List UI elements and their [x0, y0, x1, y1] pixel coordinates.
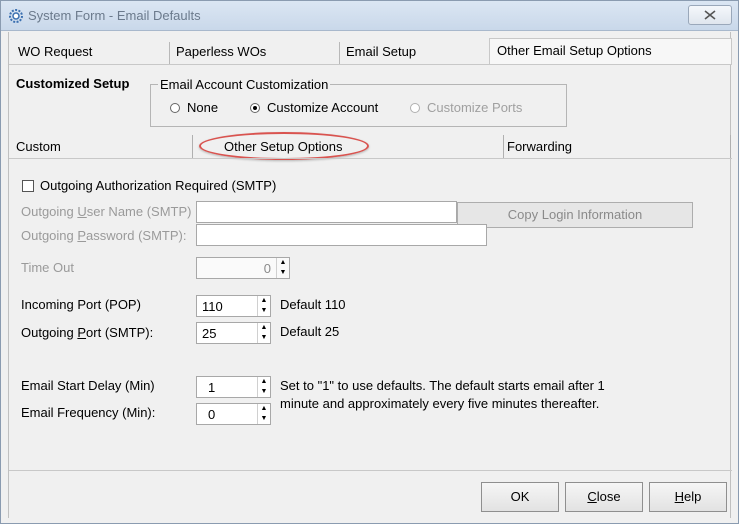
radio-none[interactable]: None — [170, 100, 218, 116]
help-button[interactable]: Help — [649, 482, 727, 512]
close-icon — [704, 10, 716, 20]
tab-panel-border — [9, 158, 732, 159]
annotation-highlight-oval — [199, 132, 369, 160]
title-bar[interactable]: System Form - Email Defaults — [1, 1, 738, 31]
tab-panel-border — [9, 64, 732, 65]
arrow-down-icon[interactable]: ▼ — [258, 333, 270, 343]
arrow-up-icon[interactable]: ▲ — [277, 258, 289, 268]
radio-indicator — [410, 103, 420, 113]
outgoing-port-spinner[interactable]: 25 ▲ ▼ — [196, 322, 271, 344]
email-frequency-spinner[interactable]: 0 ▲ ▼ — [196, 403, 271, 425]
tab-forwarding[interactable]: Forwarding — [507, 135, 572, 159]
customized-setup-heading: Customized Setup — [16, 76, 130, 91]
spinner-arrows[interactable]: ▲ ▼ — [257, 296, 270, 316]
tab-wo-request[interactable]: WO Request — [11, 40, 92, 64]
spinner-value: 1 — [208, 380, 216, 395]
window-close-button[interactable] — [688, 5, 732, 25]
window-title: System Form - Email Defaults — [28, 8, 201, 23]
arrow-down-icon[interactable]: ▼ — [258, 387, 270, 397]
form-client-area: WO Request Paperless WOs Email Setup Oth… — [8, 32, 732, 518]
email-account-customization-group: Email Account Customization None Customi… — [150, 77, 567, 127]
tab-paperless-wos[interactable]: Paperless WOs — [169, 40, 266, 64]
primary-tab-strip: WO Request Paperless WOs Email Setup Oth… — [9, 38, 732, 64]
outgoing-password-label: Outgoing Password (SMTP): — [21, 228, 187, 243]
checkbox-box — [22, 180, 34, 192]
outgoing-password-input[interactable] — [196, 224, 487, 246]
tab-separator — [503, 135, 504, 159]
arrow-up-icon[interactable]: ▲ — [258, 323, 270, 333]
radio-customize-ports: Customize Ports — [410, 100, 522, 116]
outgoing-port-default: Default 25 — [280, 324, 340, 339]
copy-login-information-button[interactable]: Copy Login Information — [457, 202, 693, 228]
radio-customize-account[interactable]: Customize Account — [250, 100, 378, 116]
spinner-arrows[interactable]: ▲ ▼ — [257, 323, 270, 343]
outgoing-user-name-label: Outgoing User Name (SMTP) — [21, 204, 192, 219]
spinner-arrows[interactable]: ▲ ▼ — [257, 377, 270, 397]
incoming-port-default: Default 110 — [280, 297, 346, 312]
arrow-down-icon[interactable]: ▼ — [258, 414, 270, 424]
spinner-value: 25 — [202, 326, 217, 341]
tab-separator — [192, 135, 193, 159]
email-defaults-window: System Form - Email Defaults WO Request … — [0, 0, 739, 524]
spinner-value: 0 — [208, 407, 216, 422]
tab-other-email-setup-options[interactable]: Other Email Setup Options — [489, 38, 732, 64]
secondary-tab-strip: Custom Other Setup Options Forwarding — [9, 135, 732, 159]
arrow-down-icon[interactable]: ▼ — [258, 306, 270, 316]
spinner-arrows[interactable]: ▲ ▼ — [257, 404, 270, 424]
tab-custom[interactable]: Custom — [16, 135, 61, 159]
outgoing-port-label: Outgoing Port (SMTP): — [21, 325, 154, 340]
arrow-up-icon[interactable]: ▲ — [258, 296, 270, 306]
radio-indicator-selected — [250, 103, 260, 113]
outgoing-user-name-input[interactable] — [196, 201, 457, 223]
start-delay-help-line-1: Set to "1" to use defaults. The default … — [280, 378, 605, 393]
arrow-up-icon[interactable]: ▲ — [258, 377, 270, 387]
outgoing-auth-checkbox[interactable]: Outgoing Authorization Required (SMTP) — [22, 178, 276, 193]
tab-separator — [730, 135, 731, 159]
email-start-delay-spinner[interactable]: 1 ▲ ▼ — [196, 376, 271, 398]
radio-indicator — [170, 103, 180, 113]
time-out-spinner[interactable]: 0 ▲ ▼ — [196, 257, 290, 279]
gear-icon — [9, 9, 23, 23]
footer-divider — [9, 470, 732, 471]
spinner-value: 110 — [202, 299, 223, 314]
group-title: Email Account Customization — [158, 77, 331, 92]
email-start-delay-label: Email Start Delay (Min) — [21, 378, 155, 393]
ok-button[interactable]: OK — [481, 482, 559, 512]
incoming-port-spinner[interactable]: 110 ▲ ▼ — [196, 295, 271, 317]
spinner-arrows[interactable]: ▲ ▼ — [276, 258, 289, 278]
incoming-port-label: Incoming Port (POP) — [21, 297, 141, 312]
start-delay-help-line-2: minute and approximately every five minu… — [280, 396, 600, 411]
arrow-down-icon[interactable]: ▼ — [277, 268, 289, 278]
email-frequency-label: Email Frequency (Min): — [21, 405, 156, 420]
spinner-value: 0 — [263, 261, 271, 276]
time-out-label: Time Out — [21, 260, 74, 275]
tab-email-setup[interactable]: Email Setup — [339, 40, 416, 64]
arrow-up-icon[interactable]: ▲ — [258, 404, 270, 414]
close-button[interactable]: Close — [565, 482, 643, 512]
